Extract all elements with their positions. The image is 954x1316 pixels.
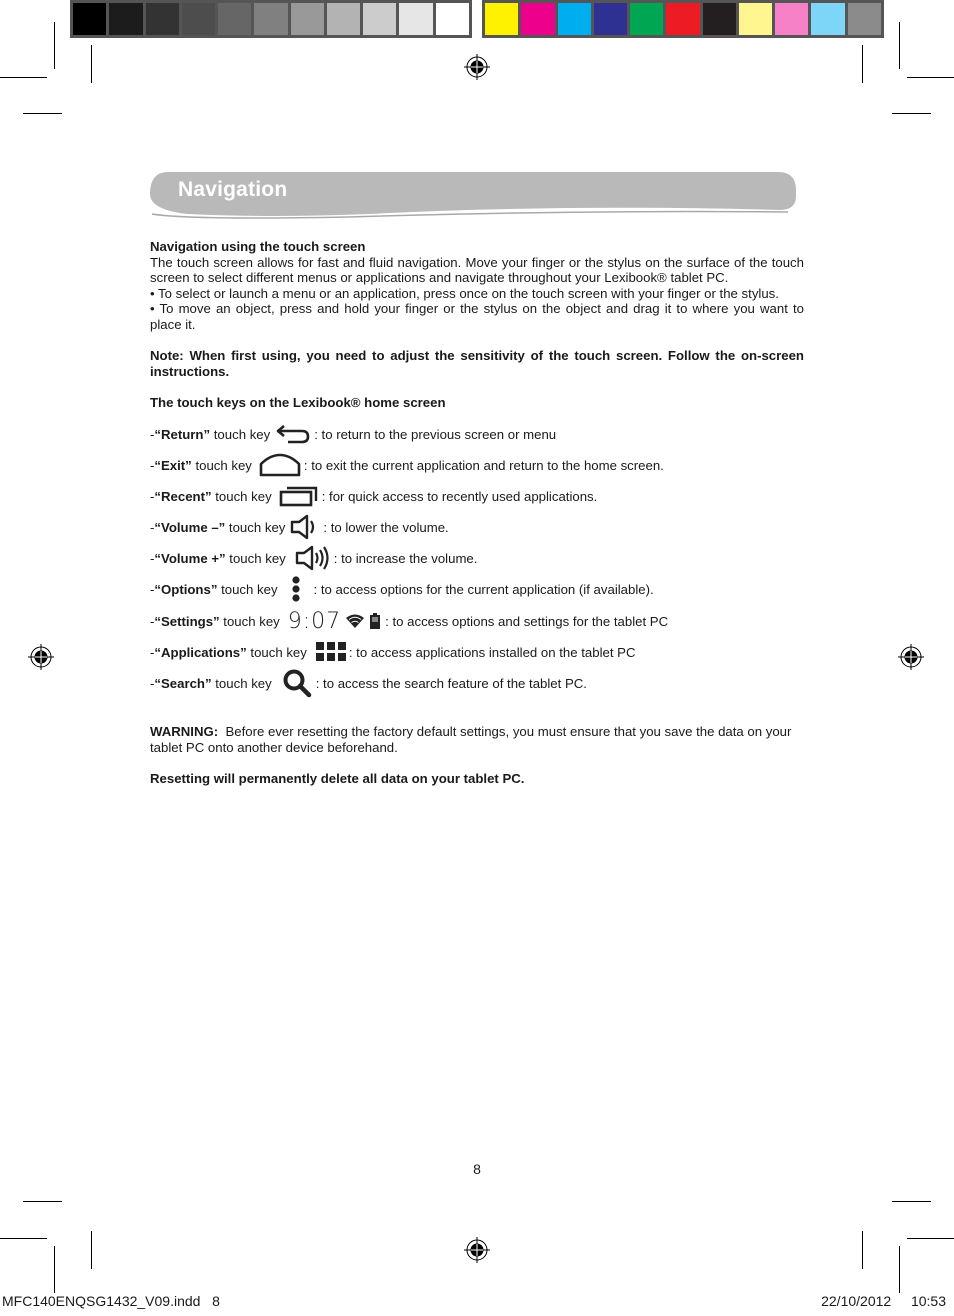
- crop-mark: [907, 1238, 954, 1239]
- color-swatch: [811, 3, 845, 35]
- touch-key-row-applications: - “Applications” touch key : to access a…: [150, 640, 636, 664]
- bullet-item: • To move an object, press and hold your…: [150, 301, 804, 332]
- crop-mark: [892, 1201, 931, 1202]
- color-swatch: [326, 3, 361, 35]
- color-swatch: [630, 3, 664, 35]
- clock-text: 9:07: [287, 608, 342, 634]
- touch-key-row-return: - “Return” touch key : to return to the …: [150, 422, 556, 446]
- warning-block: WARNING: Before ever resetting the facto…: [150, 724, 804, 786]
- intro-heading: Navigation using the touch screen: [150, 239, 366, 254]
- key-name: “Return”: [154, 426, 211, 442]
- status-clock-icon: 9:07: [288, 609, 381, 634]
- registration-mark-icon: [28, 644, 54, 670]
- registration-mark-icon: [898, 644, 924, 670]
- crop-mark: [899, 1246, 900, 1293]
- color-swatch: [435, 3, 469, 35]
- search-icon: [283, 669, 311, 698]
- home-icon: [259, 453, 301, 477]
- color-swatch: [702, 3, 736, 35]
- key-name: “Volume –”: [154, 519, 226, 535]
- color-swatch: [738, 3, 773, 35]
- key-name: “Settings”: [154, 613, 220, 629]
- color-swatch: [847, 3, 881, 35]
- color-swatch: [73, 3, 107, 35]
- color-swatch: [145, 3, 179, 35]
- crop-mark: [23, 113, 62, 114]
- grayscale-color-bar: [70, 0, 472, 38]
- reset-warning: Resetting will permanently delete all da…: [150, 770, 525, 786]
- section-title: Navigation: [178, 178, 288, 201]
- process-color-bar: [482, 0, 884, 38]
- touch-key-row-options: - “Options” touch key : to access option…: [150, 576, 654, 602]
- color-swatch: [485, 3, 519, 35]
- note-text: Note: When first using, you need to adju…: [150, 348, 804, 379]
- color-swatch: [557, 3, 591, 35]
- touch-key-row-exit: - “Exit” touch key : to exit the current…: [150, 453, 664, 477]
- color-swatch: [775, 3, 809, 35]
- color-swatch: [399, 3, 433, 35]
- body-text: Navigation using the touch screen The to…: [150, 239, 804, 411]
- apps-grid-icon: [315, 642, 346, 661]
- registration-mark-icon: [464, 54, 490, 80]
- color-swatch: [254, 3, 288, 35]
- color-swatch: [218, 3, 252, 35]
- crop-mark: [0, 1238, 47, 1239]
- recent-apps-icon: [279, 486, 317, 507]
- crop-mark: [892, 113, 931, 114]
- touch-key-row-search: - “Search” touch key : to access the sea…: [150, 669, 587, 698]
- intro-paragraph: The touch screen allows for fast and flu…: [150, 254, 804, 286]
- key-name: “Exit”: [154, 457, 192, 473]
- crop-mark: [91, 1231, 92, 1269]
- crop-mark: [91, 45, 92, 83]
- touch-key-row-volume-up: - “Volume +” touch key : to increase the…: [150, 545, 477, 571]
- color-swatch: [593, 3, 628, 35]
- crop-mark: [0, 77, 47, 78]
- color-swatch: [181, 3, 216, 35]
- color-swatch: [521, 3, 555, 35]
- touch-key-row-volume-down: - “Volume –” touch key : to lower the vo…: [150, 514, 449, 540]
- crop-mark: [54, 22, 55, 69]
- color-swatch: [363, 3, 397, 35]
- key-name: “Recent”: [154, 488, 212, 504]
- color-swatch: [290, 3, 324, 35]
- color-swatch: [666, 3, 700, 35]
- crop-mark: [907, 77, 954, 78]
- bullet-item: • To select or launch a menu or an appli…: [150, 285, 779, 301]
- key-name: “Search”: [154, 675, 212, 691]
- warning-label: WARNING:: [150, 724, 219, 739]
- registration-mark-icon: [464, 1237, 490, 1263]
- crop-mark: [899, 22, 900, 69]
- slug-datetime: 22/10/2012 10:53: [821, 1293, 946, 1309]
- volume-up-icon: [295, 545, 329, 571]
- return-arrow-icon: [276, 425, 310, 444]
- touch-key-row-settings: - “Settings” touch key 9:07 : to access …: [150, 608, 669, 634]
- crop-mark: [862, 45, 863, 83]
- color-swatch: [109, 3, 143, 35]
- key-name: “Applications”: [154, 644, 247, 660]
- warning-text: WARNING: Before ever resetting the facto…: [150, 724, 796, 755]
- key-name: “Options”: [154, 581, 218, 597]
- volume-down-icon: [291, 514, 315, 540]
- key-name: “Volume +”: [154, 550, 226, 566]
- options-menu-icon: [291, 576, 300, 602]
- battery-icon: [370, 613, 381, 629]
- page-number: 8: [473, 1161, 481, 1177]
- wifi-icon: [346, 614, 365, 628]
- touch-key-row-recent: - “Recent” touch key : for quick access …: [150, 484, 597, 508]
- crop-mark: [23, 1201, 62, 1202]
- touch-keys-heading: The touch keys on the Lexibook® home scr…: [150, 394, 446, 410]
- crop-mark: [54, 1246, 55, 1293]
- slug-filename: MFC140ENQSG1432_V09.indd 8: [2, 1293, 220, 1309]
- crop-mark: [862, 1231, 863, 1269]
